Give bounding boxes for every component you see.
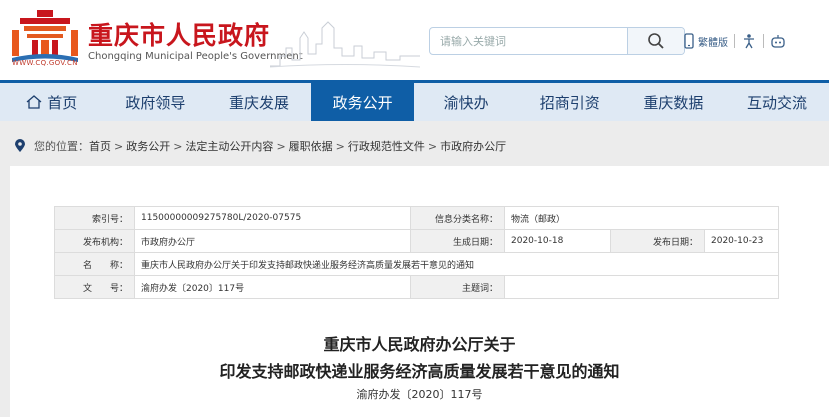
nav-item-label: 重庆发展 [228, 93, 289, 112]
nav-item-label: 招商引资 [539, 93, 600, 112]
org-value: 市政府办公厅 [134, 229, 411, 253]
search-button[interactable] [627, 28, 684, 54]
nav-item-label: 政务公开 [332, 93, 393, 112]
document-title-line-1: 重庆市人民政府办公厅关于 [323, 335, 516, 354]
table-row: 发布机构： 市政府办公厅 生成日期： 2020-10-18 发布日期： 2020… [54, 229, 780, 253]
document-number: 渝府办发〔2020〕117号 [356, 388, 483, 401]
table-row: 文 号： 渝府办发〔2020〕117号 主题词： [54, 275, 780, 299]
robot-assistant-icon[interactable] [770, 33, 786, 49]
content-panel: 索引号： 11500000009275780L/2020-07575 信息分类名… [10, 166, 829, 417]
doc-number-label: 文 号： [54, 275, 135, 299]
tool-divider [734, 34, 735, 48]
category-value: 物流（邮政） [503, 206, 780, 230]
nav-item-home[interactable]: 首页 [0, 83, 104, 121]
nav-item-data[interactable]: 重庆数据 [622, 83, 726, 121]
breadcrumb-prefix: 您的位置： [34, 140, 89, 153]
site-title[interactable]: 重庆市人民政府 [88, 16, 270, 52]
created-date-label: 生成日期： [410, 229, 505, 253]
nav-item-label: 重庆数据 [643, 93, 704, 112]
search-icon [648, 33, 664, 49]
nav-item-investment[interactable]: 招商引资 [518, 83, 622, 121]
search-box [429, 27, 685, 55]
header-tools: 繁體版 [684, 31, 786, 51]
location-pin-icon [15, 139, 25, 152]
org-label: 发布机构： [54, 229, 135, 253]
nav-item-label: 渝快办 [443, 93, 489, 112]
nav-item-label: 互动交流 [746, 93, 807, 112]
accessibility-icon[interactable] [741, 33, 757, 49]
created-date-value: 2020-10-18 [504, 229, 611, 253]
index-label: 索引号： [54, 206, 135, 230]
category-label: 信息分类名称： [410, 206, 505, 230]
nav-item-leaders[interactable]: 政府领导 [104, 83, 208, 121]
breadcrumb-item[interactable]: 行政规范性文件 [348, 138, 425, 154]
traditional-chinese-link[interactable]: 繁體版 [698, 34, 728, 49]
document-title-line-2: 印发支持邮政快递业服务经济高质量发展若干意见的通知 [219, 362, 620, 381]
nav-item-yukuaiban[interactable]: 渝快办 [414, 83, 518, 121]
main-nav: 首页 政府领导 重庆发展 政务公开 渝快办 招商引资 重庆数据 互动交流 [0, 80, 829, 121]
breadcrumb-separator: > [114, 139, 124, 153]
home-icon [26, 95, 42, 109]
breadcrumb-item[interactable]: 首页 [89, 138, 111, 154]
chongqing-logo-icon[interactable] [10, 10, 80, 66]
table-row: 名 称： 重庆市人民政府办公厅关于印发支持邮政快递业服务经济高质量发展若干意见的… [54, 252, 780, 276]
search-input[interactable] [440, 32, 630, 50]
breadcrumb-item[interactable]: 法定主动公开内容 [185, 138, 273, 154]
table-row: 索引号： 11500000009275780L/2020-07575 信息分类名… [54, 206, 780, 230]
name-value: 重庆市人民政府办公厅关于印发支持邮政快递业服务经济高质量发展若干意见的通知 [133, 252, 780, 276]
published-date-label: 发布日期： [610, 229, 705, 253]
nav-item-development[interactable]: 重庆发展 [207, 83, 311, 121]
breadcrumb-separator: > [427, 139, 438, 153]
breadcrumb-item[interactable]: 市政府办公厅 [440, 138, 506, 154]
breadcrumb: 您的位置： 首页 > 政务公开 > 法定主动公开内容 > 履职依据 > 行政规范… [14, 136, 506, 156]
doc-number-value: 渝府办发〔2020〕117号 [134, 275, 411, 299]
nav-item-interaction[interactable]: 互动交流 [725, 83, 829, 121]
nav-item-government-affairs[interactable]: 政务公开 [310, 83, 415, 121]
subject-value [503, 275, 780, 299]
skyline-icon [270, 21, 420, 68]
breadcrumb-separator: > [276, 139, 286, 153]
breadcrumb-separator: > [173, 139, 183, 153]
site-header: WWW.CQ.GOV.CN 重庆市人民政府 Chongqing Municipa… [0, 0, 829, 80]
mobile-icon[interactable] [684, 33, 694, 49]
site-url: WWW.CQ.GOV.CN [12, 59, 78, 67]
name-label: 名 称： [54, 252, 135, 276]
published-date-value: 2020-10-23 [703, 229, 780, 253]
index-value: 11500000009275780L/2020-07575 [134, 206, 411, 230]
breadcrumb-item[interactable]: 政务公开 [126, 138, 170, 154]
nav-item-label: 首页 [47, 93, 78, 112]
subject-label: 主题词： [410, 275, 505, 299]
nav-item-label: 政府领导 [125, 93, 186, 112]
tool-divider [763, 34, 764, 48]
breadcrumb-separator: > [335, 139, 345, 153]
document-info-table: 索引号： 11500000009275780L/2020-07575 信息分类名… [54, 206, 780, 299]
breadcrumb-item[interactable]: 履职依据 [289, 138, 333, 154]
